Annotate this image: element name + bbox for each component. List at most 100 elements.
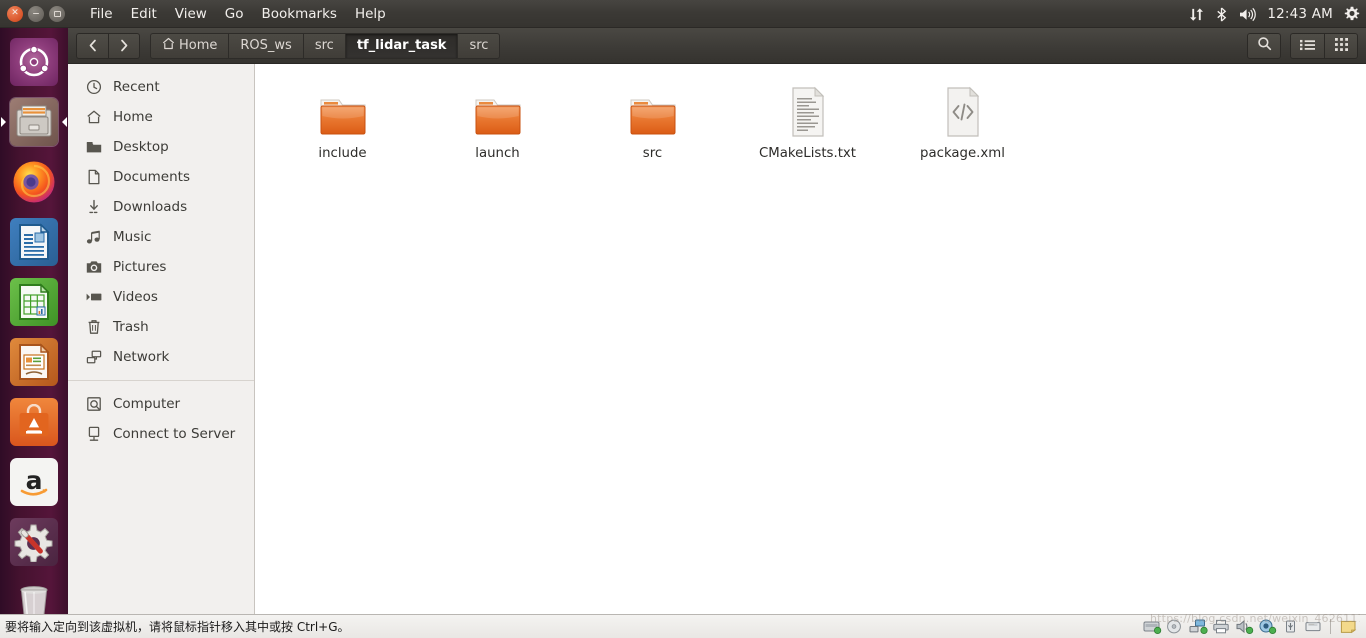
- file-manager-window: Home ROS_ws src tf_lidar_task src Recent…: [68, 28, 1366, 614]
- grid-view-icon: [1334, 36, 1348, 55]
- network-icon[interactable]: [1189, 7, 1204, 22]
- sidebar-item-computer[interactable]: Computer: [68, 389, 254, 419]
- bluetooth-icon[interactable]: [1215, 6, 1228, 22]
- sidebar-item-home[interactable]: Home: [68, 102, 254, 132]
- sidebar-item-downloads[interactable]: Downloads: [68, 192, 254, 222]
- breadcrumb-item-ros-ws[interactable]: ROS_ws: [228, 32, 303, 59]
- search-button[interactable]: [1247, 32, 1281, 59]
- clock[interactable]: 12:43 AM: [1267, 6, 1333, 22]
- forward-button[interactable]: [108, 32, 140, 59]
- file-manager-toolbar: Home ROS_ws src tf_lidar_task src: [68, 28, 1366, 64]
- list-view-button[interactable]: [1290, 32, 1324, 59]
- unity-launcher: a: [0, 28, 68, 621]
- sidebar-item-documents[interactable]: Documents: [68, 162, 254, 192]
- file-item-launch[interactable]: launch: [420, 78, 575, 174]
- camera-icon: [85, 259, 102, 276]
- back-button[interactable]: [76, 32, 108, 59]
- minimize-button[interactable]: [28, 5, 44, 22]
- usb-icon[interactable]: [1280, 618, 1300, 635]
- close-icon: ✕: [11, 8, 19, 18]
- breadcrumb-label: Home: [179, 38, 218, 53]
- sidebar-item-label: Network: [113, 349, 170, 365]
- launcher-item-ubuntu-dash[interactable]: [0, 32, 68, 92]
- sidebar-separator: [68, 380, 254, 381]
- printer-icon[interactable]: [1211, 618, 1231, 635]
- menu-go[interactable]: Go: [216, 3, 253, 25]
- folder-icon: [85, 139, 102, 156]
- sidebar-item-label: Computer: [113, 396, 181, 412]
- breadcrumb-label: ROS_ws: [240, 38, 292, 53]
- breadcrumb-item-home[interactable]: Home: [150, 32, 229, 59]
- volume-icon[interactable]: [1239, 7, 1257, 22]
- note-icon[interactable]: [1338, 618, 1358, 635]
- file-name: include: [318, 146, 367, 161]
- sidebar-item-music[interactable]: Music: [68, 222, 254, 252]
- menu-view[interactable]: View: [166, 3, 216, 25]
- trash-icon: [85, 319, 102, 336]
- home-icon: [85, 109, 102, 126]
- sidebar-item-network[interactable]: Network: [68, 342, 254, 372]
- file-name: src: [642, 146, 663, 161]
- network-icon[interactable]: [1188, 618, 1208, 635]
- file-name: package.xml: [920, 146, 1005, 161]
- sidebar-item-label: Connect to Server: [113, 426, 236, 442]
- menu-bookmarks[interactable]: Bookmarks: [253, 3, 346, 25]
- sidebar-item-videos[interactable]: Videos: [68, 282, 254, 312]
- menu-help[interactable]: Help: [346, 3, 395, 25]
- file-item-src[interactable]: src: [575, 78, 730, 174]
- vm-device-tray: [1142, 618, 1366, 635]
- file-list-view[interactable]: include launch src CMakeLists.txt packag…: [255, 64, 1366, 614]
- launcher-item-libreoffice-impress[interactable]: [0, 332, 68, 392]
- system-tray: 12:43 AM: [1189, 0, 1360, 28]
- breadcrumb-item-src[interactable]: src: [302, 32, 345, 59]
- vmware-status-bar: 要将输入定向到该虚拟机，请将鼠标指针移入其中或按 Ctrl+G。: [0, 614, 1366, 638]
- grid-view-button[interactable]: [1324, 32, 1358, 59]
- camera-icon[interactable]: [1257, 618, 1277, 635]
- svg-text:a: a: [26, 466, 43, 495]
- breadcrumb-label: src: [469, 38, 489, 53]
- view-mode-group: [1290, 32, 1358, 59]
- file-item-package-xml[interactable]: package.xml: [885, 78, 1040, 174]
- launcher-item-system-settings[interactable]: [0, 512, 68, 572]
- launcher-item-files[interactable]: [0, 92, 68, 152]
- sidebar-item-label: Videos: [113, 289, 158, 305]
- icon-grid: include launch src CMakeLists.txt packag…: [265, 78, 1366, 174]
- maximize-button[interactable]: [49, 5, 65, 22]
- cdrom-icon[interactable]: [1165, 618, 1185, 635]
- launcher-item-firefox[interactable]: [0, 152, 68, 212]
- sidebar-item-label: Desktop: [113, 139, 169, 155]
- breadcrumb-item-src-2[interactable]: src: [457, 32, 501, 59]
- file-item-include[interactable]: include: [265, 78, 420, 174]
- sidebar-item-pictures[interactable]: Pictures: [68, 252, 254, 282]
- sound-icon[interactable]: [1234, 618, 1254, 635]
- gear-icon[interactable]: [1344, 6, 1360, 22]
- menu-file[interactable]: File: [81, 3, 122, 25]
- folder-icon: [473, 82, 523, 138]
- close-button[interactable]: ✕: [7, 5, 23, 22]
- sidebar-item-connect-to-server[interactable]: Connect to Server: [68, 419, 254, 449]
- file-item-cmakelists[interactable]: CMakeLists.txt: [730, 78, 885, 174]
- server-icon: [85, 426, 102, 443]
- places-sidebar: Recent Home Desktop Documents Downloads …: [68, 64, 255, 614]
- floppy-icon[interactable]: [1303, 618, 1323, 635]
- file-name: launch: [475, 146, 520, 161]
- clock-icon: [85, 79, 102, 96]
- harddisk-icon[interactable]: [1142, 618, 1162, 635]
- music-icon: [85, 229, 102, 246]
- file-manager-body: Recent Home Desktop Documents Downloads …: [68, 64, 1366, 614]
- launcher-item-amazon[interactable]: a: [0, 452, 68, 512]
- sidebar-item-desktop[interactable]: Desktop: [68, 132, 254, 162]
- unity-top-panel: ✕ File Edit View Go Bookmarks Help 12:43…: [0, 0, 1366, 28]
- menu-edit[interactable]: Edit: [122, 3, 166, 25]
- video-icon: [85, 289, 102, 306]
- sidebar-item-trash[interactable]: Trash: [68, 312, 254, 342]
- sidebar-item-label: Home: [113, 109, 153, 125]
- launcher-item-ubuntu-software[interactable]: [0, 392, 68, 452]
- launcher-item-libreoffice-writer[interactable]: [0, 212, 68, 272]
- computer-icon: [85, 396, 102, 413]
- sidebar-item-recent[interactable]: Recent: [68, 72, 254, 102]
- sidebar-item-label: Trash: [113, 319, 149, 335]
- breadcrumb-item-tf-lidar-task[interactable]: tf_lidar_task: [344, 32, 458, 59]
- vm-status-message: 要将输入定向到该虚拟机，请将鼠标指针移入其中或按 Ctrl+G。: [5, 620, 350, 634]
- launcher-item-libreoffice-calc[interactable]: [0, 272, 68, 332]
